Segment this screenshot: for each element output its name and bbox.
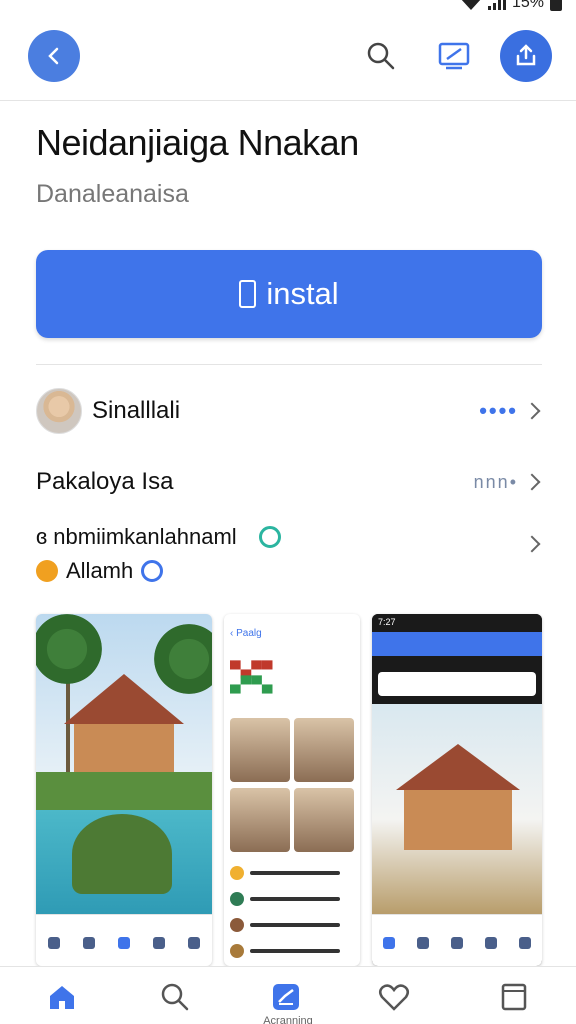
screenshot-3[interactable]: 7:27 — [372, 614, 542, 966]
header-divider — [0, 100, 576, 101]
developer-row[interactable]: Sinalllali •••• — [36, 386, 542, 436]
chevron-left-icon — [48, 47, 59, 65]
house-roof — [396, 744, 520, 790]
developer-name: Sinalllali — [92, 397, 181, 424]
section-row[interactable]: Pakaloya Isa nnn• — [36, 462, 542, 502]
shot3-status: 7:27 — [372, 614, 542, 632]
chevron-right-icon — [523, 535, 541, 553]
bottom-navigation: Acranning — [0, 966, 576, 1024]
tag-row-second[interactable]: Allamh — [36, 558, 164, 584]
phone-icon — [239, 280, 257, 308]
shot2-header: ‹ Paalg — [230, 628, 262, 639]
app-subtitle: Danaleanaisa — [36, 180, 189, 208]
share-icon — [516, 44, 536, 66]
shot3-card — [378, 672, 536, 696]
section-title: Pakaloya Isa — [36, 468, 174, 495]
screenshot-1[interactable] — [36, 614, 212, 966]
search-icon — [367, 42, 395, 70]
screen-cast-icon — [438, 42, 470, 70]
install-button[interactable]: instal — [36, 250, 542, 338]
status-icons: 15% — [460, 0, 562, 12]
nav-library[interactable] — [494, 977, 534, 1017]
photo-tile — [294, 788, 354, 852]
shield-icon — [36, 560, 58, 582]
nav-apps[interactable] — [266, 977, 306, 1017]
battery-percent: 15% — [511, 0, 544, 11]
list-item — [230, 944, 340, 958]
chevron-right-icon — [523, 473, 541, 491]
house-body — [74, 724, 174, 774]
search-icon — [161, 983, 189, 1011]
list-item — [230, 918, 340, 932]
nav-apps-caption: Acranning — [263, 1015, 313, 1024]
screenshot-2[interactable]: ‹ Paalg ▀▄▀▀ ▄▀▀▄ — [224, 614, 360, 966]
chevron-right-icon — [523, 402, 541, 420]
heart-icon — [379, 984, 409, 1011]
library-icon — [501, 983, 527, 1011]
app-title: Neidanjiaiga Nnakan — [36, 122, 359, 163]
tag-second-label: Allamh — [66, 558, 134, 583]
signal-icon — [487, 0, 506, 10]
more-dots: •••• — [479, 398, 518, 423]
house-roof — [64, 674, 184, 724]
install-label: instal — [266, 276, 339, 311]
status-bar: 15% — [0, 0, 576, 14]
list-item — [230, 892, 340, 906]
wifi-icon — [461, 0, 481, 10]
avatar — [36, 388, 82, 434]
share-button[interactable] — [500, 30, 552, 82]
shot2-banner: ▀▄▀▀ ▄▀▀▄ — [230, 661, 273, 693]
section-divider — [36, 364, 542, 365]
list-item — [230, 866, 340, 880]
tags-chevron-row[interactable] — [36, 534, 542, 554]
nav-wishlist[interactable] — [374, 977, 414, 1017]
topiary — [72, 814, 172, 894]
house-body — [404, 790, 512, 850]
photo-tile — [294, 718, 354, 782]
top-app-bar — [0, 22, 576, 90]
shot3-header — [372, 632, 542, 656]
photo-tile — [230, 788, 290, 852]
info-icon — [141, 560, 164, 582]
screenshot-tab-bar — [36, 914, 212, 966]
apps-icon — [273, 984, 299, 1010]
search-button[interactable] — [355, 30, 407, 82]
back-button[interactable] — [28, 30, 80, 82]
nav-home[interactable] — [42, 977, 82, 1017]
lawn — [36, 772, 212, 810]
section-dots: nnn• — [473, 471, 518, 492]
nav-search[interactable] — [155, 977, 195, 1017]
battery-icon — [550, 0, 562, 11]
cast-button[interactable] — [428, 30, 480, 82]
photo-tile — [230, 718, 290, 782]
home-icon — [50, 986, 74, 1009]
screenshot-tab-bar — [372, 914, 542, 966]
screenshot-carousel[interactable]: ‹ Paalg ▀▄▀▀ ▄▀▀▄ 7:27 — [36, 614, 542, 966]
